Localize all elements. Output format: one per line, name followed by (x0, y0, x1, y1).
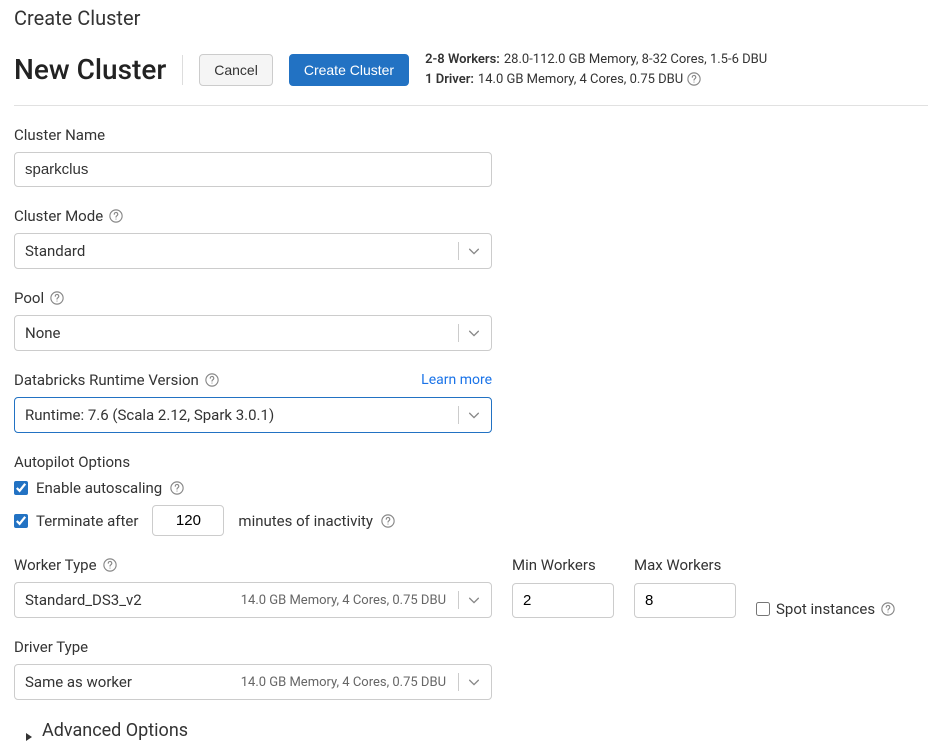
cluster-name-section: Cluster Name (14, 126, 928, 187)
chevron-down-icon (467, 326, 481, 340)
cluster-summary: 2-8 Workers: 28.0-112.0 GB Memory, 8-32 … (425, 50, 767, 89)
help-icon[interactable] (205, 373, 219, 387)
advanced-options-label: Advanced Options (42, 720, 188, 741)
terminate-prefix: Terminate after (36, 512, 138, 530)
help-icon[interactable] (50, 291, 64, 305)
max-workers-label: Max Workers (634, 556, 736, 574)
cluster-mode-label: Cluster Mode (14, 207, 103, 225)
divider (458, 406, 459, 424)
cluster-name-label: Cluster Name (14, 126, 928, 144)
min-workers-label: Min Workers (512, 556, 614, 574)
breadcrumb: Create Cluster (14, 6, 928, 30)
pool-section: Pool None (14, 289, 928, 351)
chevron-down-icon (467, 593, 481, 607)
autopilot-title: Autopilot Options (14, 453, 928, 471)
pool-value: None (25, 324, 458, 342)
divider (458, 591, 459, 609)
page-title: New Cluster (14, 53, 166, 86)
help-icon[interactable] (109, 209, 123, 223)
summary-driver-detail: 14.0 GB Memory, 4 Cores, 0.75 DBU (478, 70, 683, 90)
driver-type-select[interactable]: Same as worker 14.0 GB Memory, 4 Cores, … (14, 664, 492, 700)
triangle-right-icon (24, 726, 34, 736)
summary-workers-label: 2-8 Workers: (425, 50, 500, 70)
driver-type-section: Driver Type Same as worker 14.0 GB Memor… (14, 638, 928, 700)
runtime-value: Runtime: 7.6 (Scala 2.12, Spark 3.0.1) (25, 406, 458, 424)
help-icon[interactable] (381, 514, 395, 528)
cancel-button[interactable]: Cancel (199, 54, 273, 86)
worker-type-select[interactable]: Standard_DS3_v2 14.0 GB Memory, 4 Cores,… (14, 582, 492, 618)
runtime-label: Databricks Runtime Version (14, 371, 199, 389)
worker-type-value: Standard_DS3_v2 (25, 591, 241, 609)
chevron-down-icon (467, 408, 481, 422)
summary-driver-label: 1 Driver: (425, 70, 474, 90)
driver-type-label: Driver Type (14, 638, 928, 656)
help-icon[interactable] (881, 602, 895, 616)
driver-type-meta: 14.0 GB Memory, 4 Cores, 0.75 DBU (241, 675, 446, 690)
spot-instances-checkbox[interactable] (756, 602, 770, 616)
max-workers-input[interactable] (634, 583, 736, 618)
terminate-checkbox[interactable] (14, 514, 28, 528)
terminate-minutes-input[interactable] (152, 505, 224, 536)
divider (182, 55, 183, 85)
worker-type-meta: 14.0 GB Memory, 4 Cores, 0.75 DBU (241, 593, 446, 608)
terminate-suffix: minutes of inactivity (238, 512, 373, 530)
header-row: New Cluster Cancel Create Cluster 2-8 Wo… (14, 50, 928, 89)
runtime-section: Databricks Runtime Version Learn more Ru… (14, 371, 928, 433)
pool-select[interactable]: None (14, 315, 492, 351)
divider (458, 673, 459, 691)
chevron-down-icon (467, 244, 481, 258)
driver-type-value: Same as worker (25, 673, 241, 691)
create-cluster-button[interactable]: Create Cluster (289, 54, 409, 86)
help-icon[interactable] (170, 481, 184, 495)
help-icon[interactable] (687, 72, 701, 86)
runtime-select[interactable]: Runtime: 7.6 (Scala 2.12, Spark 3.0.1) (14, 397, 492, 433)
min-workers-input[interactable] (512, 583, 614, 618)
autoscale-label: Enable autoscaling (36, 479, 162, 497)
chevron-down-icon (467, 675, 481, 689)
divider (14, 105, 928, 106)
divider (458, 242, 459, 260)
worker-type-label: Worker Type (14, 556, 97, 574)
autoscale-checkbox[interactable] (14, 481, 28, 495)
spot-instances-label: Spot instances (776, 600, 875, 618)
divider (458, 324, 459, 342)
runtime-learn-more-link[interactable]: Learn more (421, 372, 492, 388)
cluster-name-input[interactable] (14, 152, 492, 187)
cluster-mode-section: Cluster Mode Standard (14, 207, 928, 269)
pool-label: Pool (14, 289, 44, 307)
summary-workers-detail: 28.0-112.0 GB Memory, 8-32 Cores, 1.5-6 … (504, 50, 767, 70)
advanced-options-toggle[interactable]: Advanced Options (14, 720, 928, 741)
worker-type-section: Worker Type Min Workers Max Workers Stan… (14, 556, 928, 618)
cluster-mode-select[interactable]: Standard (14, 233, 492, 269)
help-icon[interactable] (103, 558, 117, 572)
autopilot-section: Autopilot Options Enable autoscaling Ter… (14, 453, 928, 536)
cluster-mode-value: Standard (25, 242, 458, 260)
